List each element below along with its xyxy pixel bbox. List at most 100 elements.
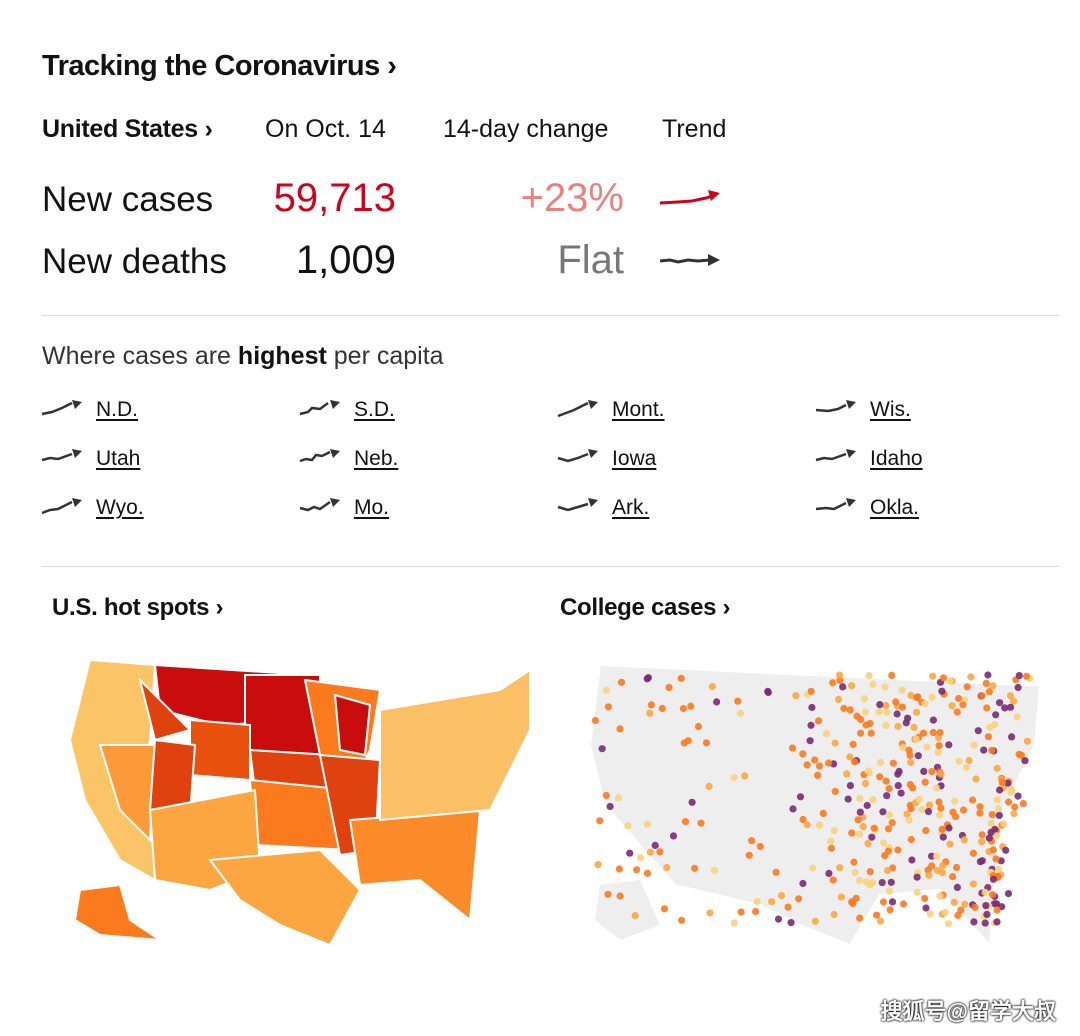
new-deaths-label: New deaths <box>42 242 227 281</box>
college-dot <box>926 910 934 918</box>
state-item[interactable]: Idaho <box>814 447 923 471</box>
college-dot <box>883 708 891 716</box>
college-dot <box>981 888 989 896</box>
college-dot <box>643 869 652 877</box>
college-dot <box>938 869 946 877</box>
state-item[interactable]: Ark. <box>556 496 649 520</box>
state-link[interactable]: Iowa <box>612 447 656 471</box>
college-dot <box>972 775 980 783</box>
college-dot <box>708 683 716 691</box>
state-item[interactable]: Iowa <box>556 447 656 471</box>
college-dot <box>995 811 1003 819</box>
state-link[interactable]: S.D. <box>354 398 395 422</box>
college-dot <box>691 864 699 872</box>
college-dot <box>859 823 867 831</box>
college-dot <box>656 848 664 856</box>
state-link[interactable]: Okla. <box>870 496 919 520</box>
state-item[interactable]: Neb. <box>298 447 398 471</box>
college-dot <box>983 910 991 918</box>
college-dot <box>939 674 948 682</box>
state-trend-icon <box>557 498 598 512</box>
state-link[interactable]: Mont. <box>612 398 665 422</box>
state-link[interactable]: Wis. <box>870 398 911 422</box>
state-link[interactable]: Ark. <box>612 496 649 520</box>
college-dot <box>989 846 997 854</box>
college-dot <box>846 706 854 714</box>
college-dot <box>913 873 921 881</box>
college-dot <box>829 679 837 687</box>
state-link[interactable]: N.D. <box>96 398 138 422</box>
college-dot <box>969 880 977 888</box>
college-dot <box>772 868 780 876</box>
college-dot <box>741 772 749 780</box>
college-dot <box>879 898 888 906</box>
state-link[interactable]: Utah <box>96 447 140 471</box>
college-dot <box>918 805 926 814</box>
state-item[interactable]: Mo. <box>298 496 389 520</box>
college-dot <box>929 716 937 724</box>
state-link[interactable]: Wyo. <box>96 496 144 520</box>
college-dot <box>1015 750 1023 758</box>
college-dot <box>974 727 982 735</box>
college-dot <box>777 892 786 900</box>
college-dot <box>843 770 851 778</box>
college-dot <box>831 787 839 795</box>
region-link[interactable]: United States › <box>42 115 213 144</box>
college-dot <box>988 811 996 819</box>
hot-spots-link[interactable]: U.S. hot spots › <box>52 594 224 622</box>
college-dot <box>929 672 937 680</box>
college-dot <box>939 862 947 870</box>
state-item[interactable]: Wyo. <box>40 496 144 520</box>
college-dot <box>730 919 738 927</box>
college-dot <box>970 918 978 926</box>
college-dot <box>879 808 887 816</box>
state-link[interactable]: Idaho <box>870 447 923 471</box>
college-dot <box>1001 704 1009 712</box>
college-dot <box>989 875 998 883</box>
college-cases-map[interactable] <box>580 655 1060 955</box>
hot-spots-map[interactable] <box>60 650 540 950</box>
college-dot <box>949 873 957 881</box>
college-dot <box>996 786 1004 794</box>
new-cases-label: New cases <box>42 180 214 219</box>
state-item[interactable]: Okla. <box>814 496 919 520</box>
college-dot <box>803 821 811 829</box>
college-dot <box>912 735 920 743</box>
college-dot <box>955 757 963 765</box>
college-dot <box>959 806 968 814</box>
state-item[interactable]: S.D. <box>298 398 395 422</box>
page-title[interactable]: Tracking the Coronavirus › <box>42 50 397 83</box>
state-item[interactable]: N.D. <box>40 398 138 422</box>
state-item[interactable]: Mont. <box>556 398 665 422</box>
map-region-wisconsin <box>333 693 372 757</box>
college-dot <box>983 704 991 712</box>
college-dot <box>993 764 1001 772</box>
college-dot <box>844 795 852 803</box>
college-dot <box>878 879 886 887</box>
college-dot <box>702 739 711 747</box>
college-dot <box>894 722 902 730</box>
college-dot <box>962 764 971 772</box>
college-cases-link[interactable]: College cases › <box>560 594 731 622</box>
college-dot <box>887 878 895 886</box>
college-dot <box>768 898 776 906</box>
college-dot <box>888 671 896 679</box>
state-item[interactable]: Utah <box>40 447 140 471</box>
college-dot <box>679 704 687 713</box>
college-dot <box>830 827 838 835</box>
state-item[interactable]: Wis. <box>814 398 911 422</box>
college-dot <box>906 781 914 789</box>
college-dot <box>598 745 606 753</box>
college-dot <box>961 900 969 908</box>
state-link[interactable]: Mo. <box>354 496 389 520</box>
state-link[interactable]: Neb. <box>354 447 398 471</box>
college-dot <box>921 778 929 786</box>
college-dot <box>894 846 902 854</box>
college-dot <box>796 793 805 801</box>
college-dot <box>873 911 881 919</box>
college-dot <box>945 741 953 749</box>
college-dot <box>893 710 901 718</box>
college-dot <box>862 878 870 886</box>
college-dot <box>665 683 673 692</box>
college-dot <box>902 719 910 727</box>
